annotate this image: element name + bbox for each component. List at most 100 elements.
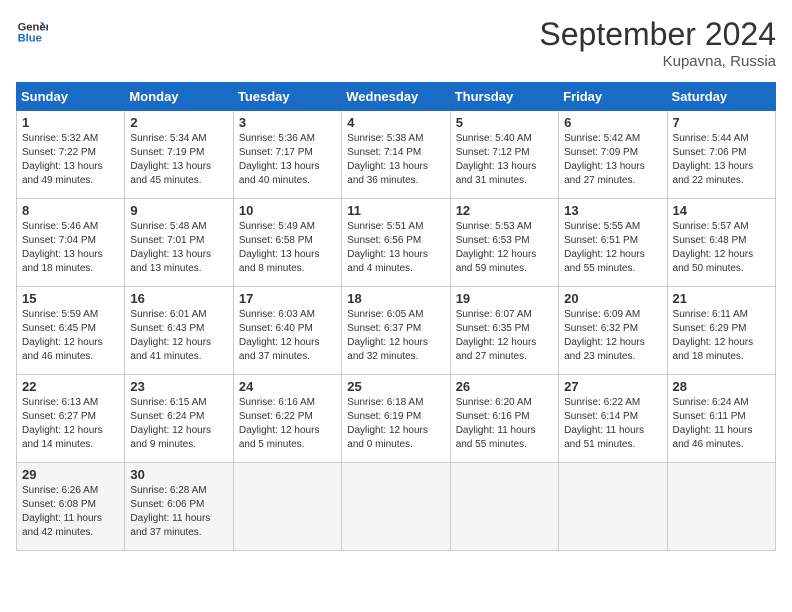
- day-info: Sunrise: 6:13 AMSunset: 6:27 PMDaylight:…: [22, 396, 119, 452]
- day-info: Sunrise: 6:26 AMSunset: 6:08 PMDaylight:…: [22, 484, 119, 540]
- day-info: Sunrise: 5:48 AMSunset: 7:01 PMDaylight:…: [130, 220, 227, 276]
- day-info: Sunrise: 6:18 AMSunset: 6:19 PMDaylight:…: [347, 396, 444, 452]
- table-row: 6 Sunrise: 5:42 AMSunset: 7:09 PMDaylight…: [559, 111, 667, 199]
- calendar-week-row: 15 Sunrise: 5:59 AMSunset: 6:45 PMDayligh…: [17, 287, 776, 375]
- table-row: [342, 463, 450, 551]
- day-number: 10: [239, 203, 336, 218]
- day-info: Sunrise: 6:16 AMSunset: 6:22 PMDaylight:…: [239, 396, 336, 452]
- day-info: Sunrise: 6:01 AMSunset: 6:43 PMDaylight:…: [130, 308, 227, 364]
- day-number: 29: [22, 467, 119, 482]
- table-row: 22 Sunrise: 6:13 AMSunset: 6:27 PMDayligh…: [17, 375, 125, 463]
- table-row: [667, 463, 775, 551]
- day-number: 19: [456, 291, 553, 306]
- table-row: [559, 463, 667, 551]
- month-title: September 2024: [539, 16, 776, 53]
- header-wednesday: Wednesday: [342, 83, 450, 111]
- header-monday: Monday: [125, 83, 233, 111]
- day-number: 25: [347, 379, 444, 394]
- day-number: 1: [22, 115, 119, 130]
- header-thursday: Thursday: [450, 83, 558, 111]
- day-info: Sunrise: 6:15 AMSunset: 6:24 PMDaylight:…: [130, 396, 227, 452]
- day-info: Sunrise: 5:44 AMSunset: 7:06 PMDaylight:…: [673, 132, 770, 188]
- table-row: 13Sunrise: 5:55 AMSunset: 6:51 PMDayligh…: [559, 199, 667, 287]
- logo: General Blue: [16, 16, 48, 48]
- day-info: Sunrise: 5:34 AMSunset: 7:19 PMDaylight:…: [130, 132, 227, 188]
- day-info: Sunrise: 5:46 AMSunset: 7:04 PMDaylight:…: [22, 220, 119, 276]
- day-info: Sunrise: 5:51 AMSunset: 6:56 PMDaylight:…: [347, 220, 444, 276]
- day-info: Sunrise: 5:38 AMSunset: 7:14 PMDaylight:…: [347, 132, 444, 188]
- day-number: 28: [673, 379, 770, 394]
- day-info: Sunrise: 5:55 AMSunset: 6:51 PMDaylight:…: [564, 220, 661, 276]
- calendar-week-row: 8 Sunrise: 5:46 AMSunset: 7:04 PMDaylight…: [17, 199, 776, 287]
- table-row: 20Sunrise: 6:09 AMSunset: 6:32 PMDayligh…: [559, 287, 667, 375]
- day-info: Sunrise: 6:22 AMSunset: 6:14 PMDaylight:…: [564, 396, 661, 452]
- table-row: 9Sunrise: 5:48 AMSunset: 7:01 PMDaylight…: [125, 199, 233, 287]
- location-subtitle: Kupavna, Russia: [539, 53, 776, 70]
- table-row: 12 Sunrise: 5:53 AMSunset: 6:53 PMDayligh…: [450, 199, 558, 287]
- day-info: Sunrise: 5:42 AMSunset: 7:09 PMDaylight:…: [564, 132, 661, 188]
- table-row: 17Sunrise: 6:03 AMSunset: 6:40 PMDayligh…: [233, 287, 341, 375]
- day-number: 7: [673, 115, 770, 130]
- table-row: 1Sunrise: 5:32 AMSunset: 7:22 PMDaylight…: [17, 111, 125, 199]
- day-number: 17: [239, 291, 336, 306]
- day-info: Sunrise: 5:53 AMSunset: 6:53 PMDaylight:…: [456, 220, 553, 276]
- calendar-week-row: 1Sunrise: 5:32 AMSunset: 7:22 PMDaylight…: [17, 111, 776, 199]
- calendar-table: Sunday Monday Tuesday Wednesday Thursday…: [16, 82, 776, 551]
- table-row: 16 Sunrise: 6:01 AMSunset: 6:43 PMDayligh…: [125, 287, 233, 375]
- table-row: 11 Sunrise: 5:51 AMSunset: 6:56 PMDayligh…: [342, 199, 450, 287]
- day-info: Sunrise: 5:49 AMSunset: 6:58 PMDaylight:…: [239, 220, 336, 276]
- day-number: 3: [239, 115, 336, 130]
- day-number: 26: [456, 379, 553, 394]
- day-info: Sunrise: 5:40 AMSunset: 7:12 PMDaylight:…: [456, 132, 553, 188]
- table-row: [450, 463, 558, 551]
- table-row: 15 Sunrise: 5:59 AMSunset: 6:45 PMDayligh…: [17, 287, 125, 375]
- logo-icon: General Blue: [16, 16, 48, 48]
- day-info: Sunrise: 6:05 AMSunset: 6:37 PMDaylight:…: [347, 308, 444, 364]
- day-info: Sunrise: 5:36 AMSunset: 7:17 PMDaylight:…: [239, 132, 336, 188]
- day-info: Sunrise: 6:24 AMSunset: 6:11 PMDaylight:…: [673, 396, 770, 452]
- day-number: 6: [564, 115, 661, 130]
- day-number: 2: [130, 115, 227, 130]
- table-row: 5Sunrise: 5:40 AMSunset: 7:12 PMDaylight…: [450, 111, 558, 199]
- table-row: [233, 463, 341, 551]
- table-row: 21Sunrise: 6:11 AMSunset: 6:29 PMDayligh…: [667, 287, 775, 375]
- calendar-week-row: 29 Sunrise: 6:26 AMSunset: 6:08 PMDayligh…: [17, 463, 776, 551]
- table-row: 24 Sunrise: 6:16 AMSunset: 6:22 PMDayligh…: [233, 375, 341, 463]
- calendar-week-row: 22 Sunrise: 6:13 AMSunset: 6:27 PMDayligh…: [17, 375, 776, 463]
- table-row: 30 Sunrise: 6:28 AMSunset: 6:06 PMDayligh…: [125, 463, 233, 551]
- header-tuesday: Tuesday: [233, 83, 341, 111]
- table-row: 29 Sunrise: 6:26 AMSunset: 6:08 PMDayligh…: [17, 463, 125, 551]
- day-number: 12: [456, 203, 553, 218]
- day-info: Sunrise: 6:09 AMSunset: 6:32 PMDaylight:…: [564, 308, 661, 364]
- header-friday: Friday: [559, 83, 667, 111]
- table-row: 4 Sunrise: 5:38 AMSunset: 7:14 PMDaylight…: [342, 111, 450, 199]
- day-number: 21: [673, 291, 770, 306]
- day-info: Sunrise: 6:28 AMSunset: 6:06 PMDaylight:…: [130, 484, 227, 540]
- day-number: 15: [22, 291, 119, 306]
- day-info: Sunrise: 6:20 AMSunset: 6:16 PMDaylight:…: [456, 396, 553, 452]
- title-block: September 2024 Kupavna, Russia: [539, 16, 776, 70]
- page-header: General Blue September 2024 Kupavna, Rus…: [16, 16, 776, 70]
- day-number: 11: [347, 203, 444, 218]
- table-row: 25 Sunrise: 6:18 AMSunset: 6:19 PMDayligh…: [342, 375, 450, 463]
- table-row: 10 Sunrise: 5:49 AMSunset: 6:58 PMDayligh…: [233, 199, 341, 287]
- day-number: 4: [347, 115, 444, 130]
- day-number: 24: [239, 379, 336, 394]
- table-row: 2 Sunrise: 5:34 AMSunset: 7:19 PMDaylight…: [125, 111, 233, 199]
- table-row: 27 Sunrise: 6:22 AMSunset: 6:14 PMDayligh…: [559, 375, 667, 463]
- day-info: Sunrise: 5:59 AMSunset: 6:45 PMDaylight:…: [22, 308, 119, 364]
- day-number: 16: [130, 291, 227, 306]
- table-row: 28 Sunrise: 6:24 AMSunset: 6:11 PMDayligh…: [667, 375, 775, 463]
- table-row: 3 Sunrise: 5:36 AMSunset: 7:17 PMDaylight…: [233, 111, 341, 199]
- day-number: 30: [130, 467, 227, 482]
- day-number: 22: [22, 379, 119, 394]
- header-saturday: Saturday: [667, 83, 775, 111]
- day-number: 8: [22, 203, 119, 218]
- table-row: 7 Sunrise: 5:44 AMSunset: 7:06 PMDaylight…: [667, 111, 775, 199]
- day-number: 14: [673, 203, 770, 218]
- table-row: 23Sunrise: 6:15 AMSunset: 6:24 PMDayligh…: [125, 375, 233, 463]
- table-row: 8 Sunrise: 5:46 AMSunset: 7:04 PMDaylight…: [17, 199, 125, 287]
- day-info: Sunrise: 5:57 AMSunset: 6:48 PMDaylight:…: [673, 220, 770, 276]
- day-number: 27: [564, 379, 661, 394]
- table-row: 14 Sunrise: 5:57 AMSunset: 6:48 PMDayligh…: [667, 199, 775, 287]
